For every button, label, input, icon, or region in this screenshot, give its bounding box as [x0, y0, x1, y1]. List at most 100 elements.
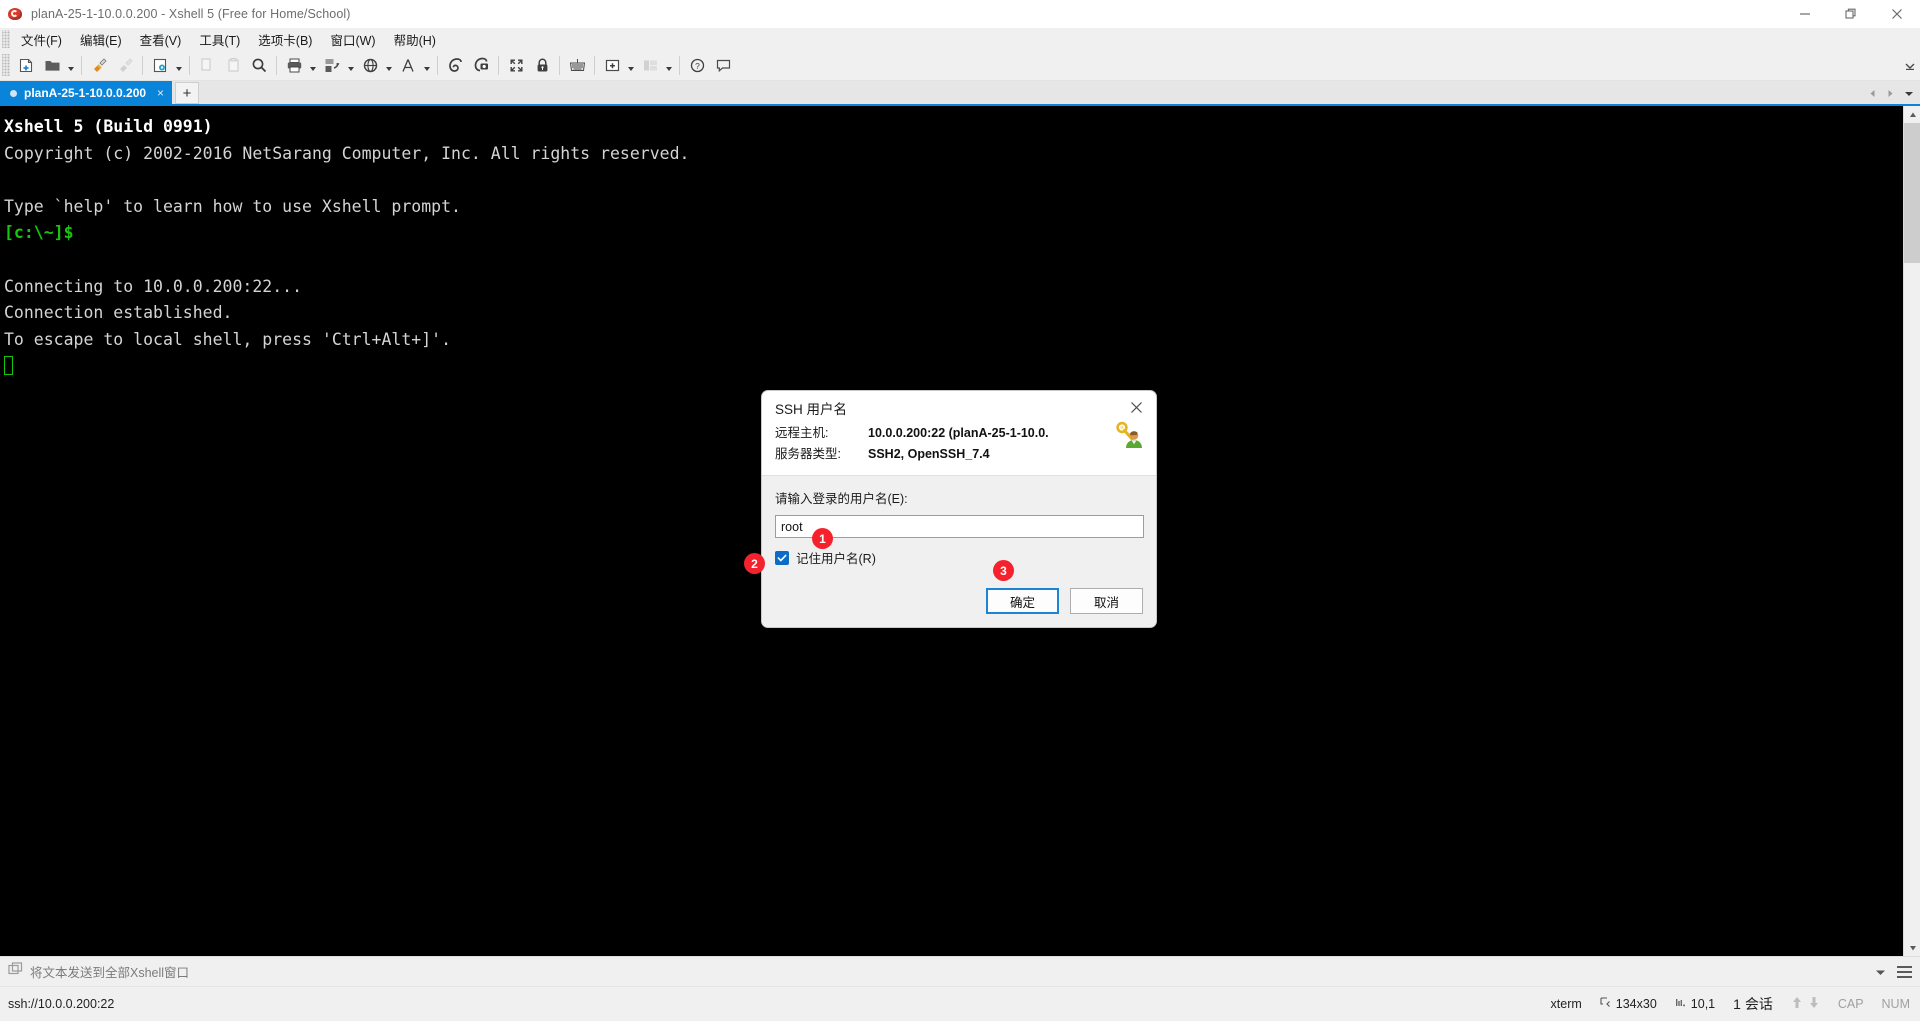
toolbar-separator — [594, 55, 595, 75]
connect-icon[interactable] — [86, 53, 112, 78]
title-bar: planA-25-1-10.0.0.200 - Xshell 5 (Free f… — [0, 0, 1920, 28]
menu-tabs[interactable]: 选项卡(B) — [249, 28, 321, 51]
remember-username-label: 记住用户名(R) — [796, 552, 876, 566]
step-badge-2: 2 — [744, 553, 765, 574]
menu-file[interactable]: 文件(F) — [12, 28, 71, 51]
globe-icon[interactable] — [357, 53, 383, 78]
status-term-type[interactable]: xterm — [1551, 997, 1582, 1011]
print-dropdown-icon[interactable] — [307, 53, 319, 78]
toolbar-separator — [81, 55, 82, 75]
menu-grip[interactable] — [2, 30, 10, 48]
xshell-window: planA-25-1-10.0.0.200 - Xshell 5 (Free f… — [0, 0, 1920, 1021]
tab-list-dropdown-icon[interactable] — [1904, 85, 1914, 103]
log-icon[interactable] — [442, 53, 468, 78]
send-to-all-dropdown-icon[interactable] — [1875, 957, 1886, 987]
terminal-line: Copyright (c) 2002-2016 NetSarang Comput… — [4, 143, 690, 163]
paste-icon[interactable] — [220, 53, 246, 78]
status-connection-url: ssh://10.0.0.200:22 — [8, 997, 115, 1011]
arrange-dropdown-icon[interactable] — [663, 53, 675, 78]
step-badge-3: 3 — [993, 560, 1014, 581]
tab-close-icon[interactable]: × — [153, 86, 168, 101]
arrange-icon[interactable] — [637, 53, 663, 78]
status-size-value: 134x30 — [1615, 997, 1657, 1011]
minimize-button[interactable] — [1782, 0, 1828, 28]
toolbar-separator — [498, 55, 499, 75]
status-session-count[interactable]: 1 会话 — [1733, 994, 1773, 1014]
send-to-all-menu-icon[interactable] — [1897, 957, 1912, 987]
copy-icon[interactable] — [194, 53, 220, 78]
terminal-scrollbar[interactable] — [1903, 106, 1920, 956]
toolbar-separator — [142, 55, 143, 75]
status-num-lock: NUM — [1881, 997, 1910, 1011]
disconnect-icon[interactable] — [112, 53, 138, 78]
menu-edit[interactable]: 编辑(E) — [71, 28, 131, 51]
status-terminal-size[interactable]: 134x30 — [1600, 997, 1657, 1011]
terminal-line: To escape to local shell, press 'Ctrl+Al… — [4, 329, 452, 349]
terminal-line: Xshell 5 (Build 0991) — [4, 117, 213, 136]
dialog-title: SSH 用户名 — [775, 402, 848, 417]
status-cursor-position[interactable]: 10,1 — [1675, 997, 1715, 1011]
window-controls — [1782, 0, 1920, 28]
dialog-info-row: 远程主机: 10.0.0.200:22 (planA-25-1-10.0. — [775, 423, 1156, 444]
new-tab-dropdown-icon[interactable] — [625, 53, 637, 78]
globe-dropdown-icon[interactable] — [383, 53, 395, 78]
status-bar: ssh://10.0.0.200:22 xterm 134x30 10,1 1 … — [0, 986, 1920, 1021]
lock-icon[interactable] — [529, 53, 555, 78]
capture-icon[interactable] — [468, 53, 494, 78]
resize-icon — [1600, 997, 1611, 1011]
window-title: planA-25-1-10.0.0.200 - Xshell 5 (Free f… — [31, 7, 351, 21]
feedback-icon[interactable] — [710, 53, 736, 78]
menu-view[interactable]: 查看(V) — [131, 28, 191, 51]
font-icon[interactable] — [395, 53, 421, 78]
dialog-body: 请输入登录的用户名(E): 记住用户名(R) 确定 取消 — [762, 475, 1156, 627]
keyboard-icon[interactable] — [564, 53, 590, 78]
font-dropdown-icon[interactable] — [421, 53, 433, 78]
dialog-close-icon[interactable] — [1122, 395, 1150, 419]
file-transfer-dropdown-icon[interactable] — [345, 53, 357, 78]
session-properties-icon[interactable] — [147, 53, 173, 78]
tab-scroll-left-icon[interactable] — [1868, 85, 1877, 103]
new-tab-icon[interactable] — [599, 53, 625, 78]
tab-status-dot — [10, 89, 17, 97]
tab-scroll-right-icon[interactable] — [1886, 85, 1895, 103]
fullscreen-icon[interactable] — [503, 53, 529, 78]
terminal-prompt-line: [c:\~]$ — [4, 223, 74, 243]
ok-button[interactable]: 确定 — [986, 588, 1059, 614]
toolbar-grip[interactable] — [2, 54, 10, 76]
file-transfer-icon[interactable] — [319, 53, 345, 78]
remote-host-label: 远程主机: — [775, 426, 829, 440]
session-properties-dropdown-icon[interactable] — [173, 53, 185, 78]
dialog-button-row: 确定 取消 — [986, 588, 1143, 614]
menu-tools[interactable]: 工具(T) — [190, 28, 249, 51]
menu-help[interactable]: 帮助(H) — [385, 28, 445, 51]
terminal-line: Connecting to 10.0.0.200:22... — [4, 276, 303, 296]
scrollbar-thumb[interactable] — [1904, 123, 1920, 263]
ssh-username-dialog: SSH 用户名 远程主机: 10.0.0.200:22 (planA-25-1-… — [761, 390, 1157, 628]
dialog-title-bar: SSH 用户名 — [762, 391, 1156, 419]
cancel-button[interactable]: 取消 — [1070, 588, 1143, 614]
new-tab-button[interactable]: + — [175, 82, 200, 104]
remember-checkbox[interactable] — [775, 550, 789, 565]
print-icon[interactable] — [281, 53, 307, 78]
menu-window[interactable]: 窗口(W) — [321, 28, 384, 51]
toolbar-overflow[interactable] — [1904, 50, 1916, 81]
open-folder-icon[interactable] — [39, 53, 65, 78]
cursor-pos-icon — [1675, 997, 1686, 1011]
scroll-up-icon[interactable] — [1904, 106, 1920, 123]
terminal-line: Connection established. — [4, 303, 233, 323]
help-icon[interactable]: ? — [684, 53, 710, 78]
remote-host-value: 10.0.0.200:22 (planA-25-1-10.0. — [868, 426, 1049, 440]
server-type-value: SSH2, OpenSSH_7.4 — [868, 447, 990, 461]
send-to-all-label: 将文本发送到全部Xshell窗口 — [30, 966, 190, 980]
new-session-icon[interactable] — [13, 53, 39, 78]
tab-planA-25-1[interactable]: planA-25-1-10.0.0.200 × — [0, 81, 173, 105]
toolbar: ? — [0, 50, 1920, 81]
restore-button[interactable] — [1828, 0, 1874, 28]
scroll-down-icon[interactable] — [1904, 939, 1920, 956]
terminal-cursor — [4, 356, 13, 376]
find-icon[interactable] — [246, 53, 272, 78]
remember-username-row[interactable]: 记住用户名(R) — [775, 548, 1143, 567]
close-button[interactable] — [1874, 0, 1920, 28]
open-folder-dropdown-icon[interactable] — [65, 53, 77, 78]
status-caps-lock: CAP — [1837, 997, 1864, 1011]
